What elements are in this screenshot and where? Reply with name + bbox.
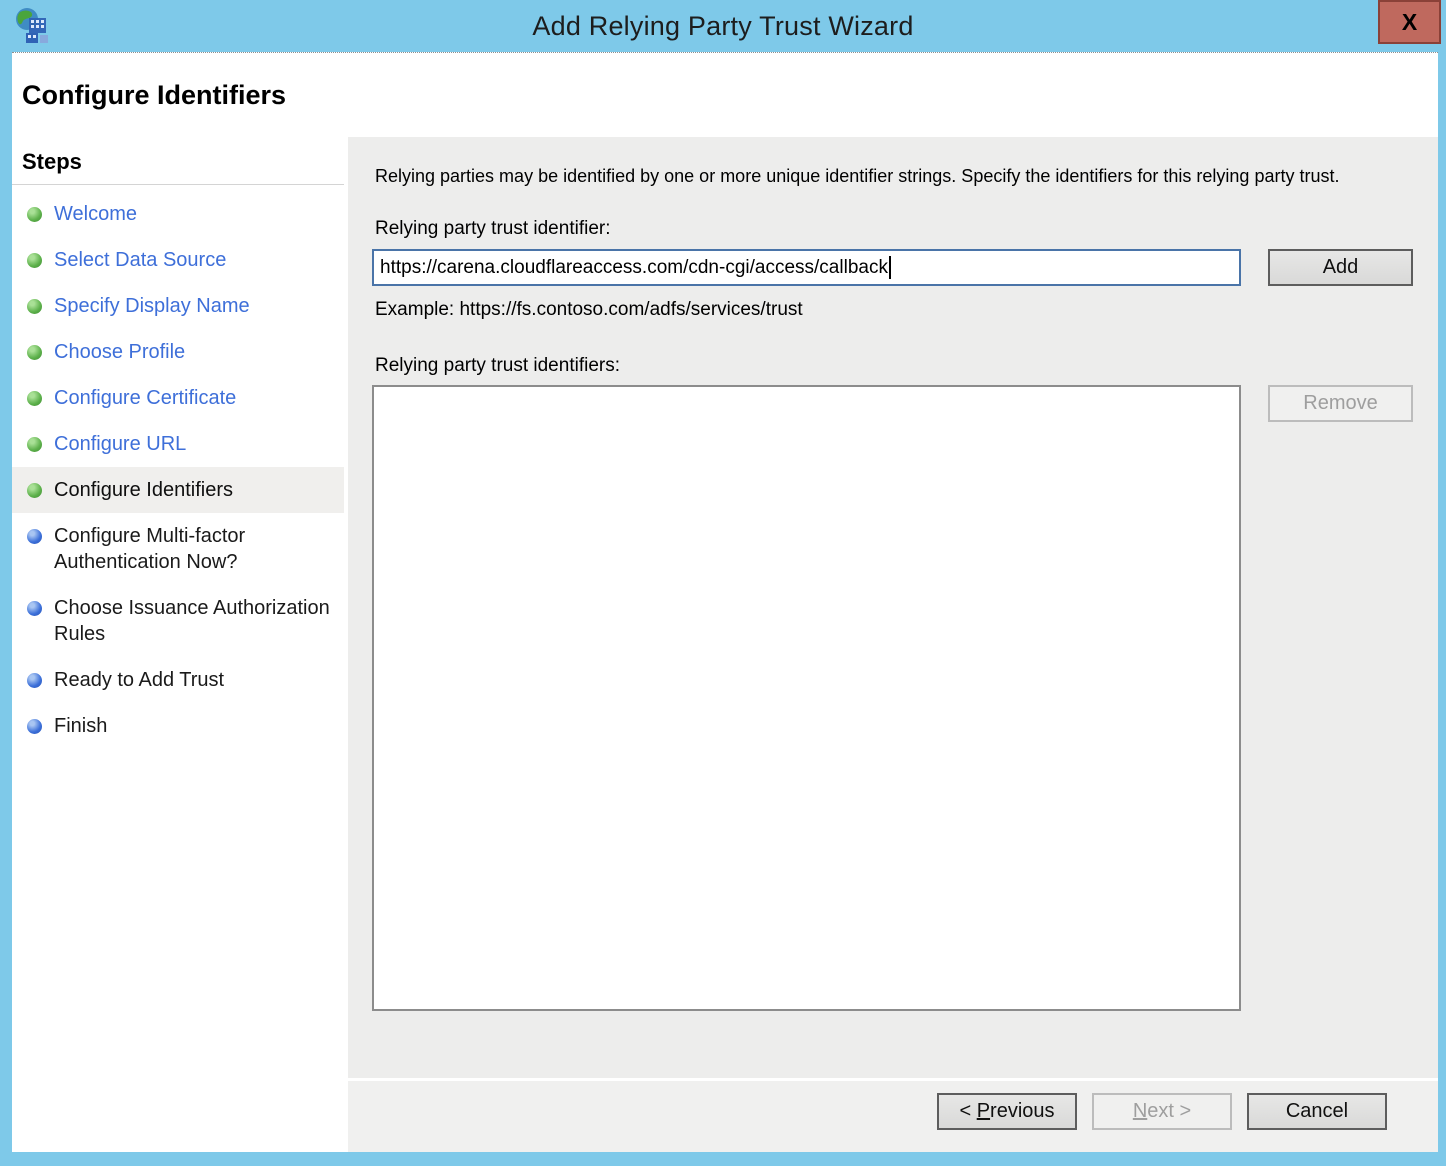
previous-button[interactable]: < Previous [937, 1093, 1077, 1130]
green-bullet-icon [27, 391, 42, 406]
sidebar-item-label: Configure Multi-factor Authentication No… [54, 523, 336, 575]
cancel-button[interactable]: Cancel [1247, 1093, 1387, 1130]
green-bullet-icon [27, 437, 42, 452]
sidebar-item-specify-display-name[interactable]: Specify Display Name [12, 283, 344, 329]
green-bullet-icon [27, 207, 42, 222]
footer-bar: < Previous Next > Cancel [348, 1081, 1438, 1152]
identifiers-listbox[interactable] [372, 385, 1241, 1011]
main-panel: Relying parties may be identified by one… [348, 137, 1438, 1078]
titlebar: Add Relying Party Trust Wizard X [0, 0, 1446, 52]
sidebar-item-configure-certificate[interactable]: Configure Certificate [12, 375, 344, 421]
example-text: Example: https://fs.contoso.com/adfs/ser… [375, 299, 1413, 321]
window-title: Add Relying Party Trust Wizard [0, 11, 1446, 42]
remove-button[interactable]: Remove [1268, 385, 1413, 422]
sidebar-item-label: Specify Display Name [54, 293, 250, 319]
identifier-field-label: Relying party trust identifier: [375, 218, 1413, 240]
main-column: Relying parties may be identified by one… [348, 137, 1438, 1152]
steps-heading: Steps [12, 137, 344, 185]
wizard-window: Add Relying Party Trust Wizard X Configu… [0, 0, 1446, 1166]
adfs-globe-building-icon [12, 6, 52, 46]
text-caret [889, 256, 891, 279]
sidebar-item-label: Choose Profile [54, 339, 185, 365]
sidebar-item-label: Configure Identifiers [54, 477, 233, 503]
sidebar-item-configure-identifiers[interactable]: Configure Identifiers [12, 467, 344, 513]
dialog-body: Configure Identifiers Steps Welcome Selec… [12, 52, 1438, 1152]
blue-bullet-icon [27, 719, 42, 734]
sidebar-item-label: Welcome [54, 201, 137, 227]
blue-bullet-icon [27, 601, 42, 616]
sidebar-item-label: Configure URL [54, 431, 186, 457]
identifier-input-value: https://carena.cloudflareaccess.com/cdn-… [380, 257, 888, 279]
add-button[interactable]: Add [1268, 249, 1413, 286]
page-header: Configure Identifiers [12, 52, 1438, 137]
steps-sidebar: Steps Welcome Select Data Source Specify D… [12, 137, 344, 1152]
sidebar-item-finish: Finish [12, 703, 344, 749]
green-bullet-icon [27, 483, 42, 498]
sidebar-item-label: Ready to Add Trust [54, 667, 224, 693]
sidebar-item-ready-to-add-trust: Ready to Add Trust [12, 657, 344, 703]
sidebar-item-configure-multi-factor-authentication-now: Configure Multi-factor Authentication No… [12, 513, 344, 585]
green-bullet-icon [27, 299, 42, 314]
sidebar-item-label: Choose Issuance Authorization Rules [54, 595, 336, 647]
green-bullet-icon [27, 345, 42, 360]
content-area: Steps Welcome Select Data Source Specify D… [12, 137, 1438, 1152]
sidebar-item-choose-issuance-authorization-rules: Choose Issuance Authorization Rules [12, 585, 344, 657]
close-button[interactable]: X [1378, 0, 1441, 44]
sidebar-item-select-data-source[interactable]: Select Data Source [12, 237, 344, 283]
instructions-text: Relying parties may be identified by one… [375, 163, 1395, 190]
sidebar-item-choose-profile[interactable]: Choose Profile [12, 329, 344, 375]
sidebar-item-welcome[interactable]: Welcome [12, 191, 344, 237]
blue-bullet-icon [27, 529, 42, 544]
blue-bullet-icon [27, 673, 42, 688]
steps-list: Welcome Select Data Source Specify Display… [12, 185, 344, 749]
sidebar-item-label: Configure Certificate [54, 385, 236, 411]
identifier-input[interactable]: https://carena.cloudflareaccess.com/cdn-… [372, 249, 1241, 286]
green-bullet-icon [27, 253, 42, 268]
close-x-icon: X [1402, 9, 1417, 35]
identifiers-list-label: Relying party trust identifiers: [375, 355, 1413, 377]
sidebar-item-configure-url[interactable]: Configure URL [12, 421, 344, 467]
page-title: Configure Identifiers [22, 80, 286, 111]
sidebar-item-label: Finish [54, 713, 107, 739]
next-button[interactable]: Next > [1092, 1093, 1232, 1130]
sidebar-item-label: Select Data Source [54, 247, 226, 273]
